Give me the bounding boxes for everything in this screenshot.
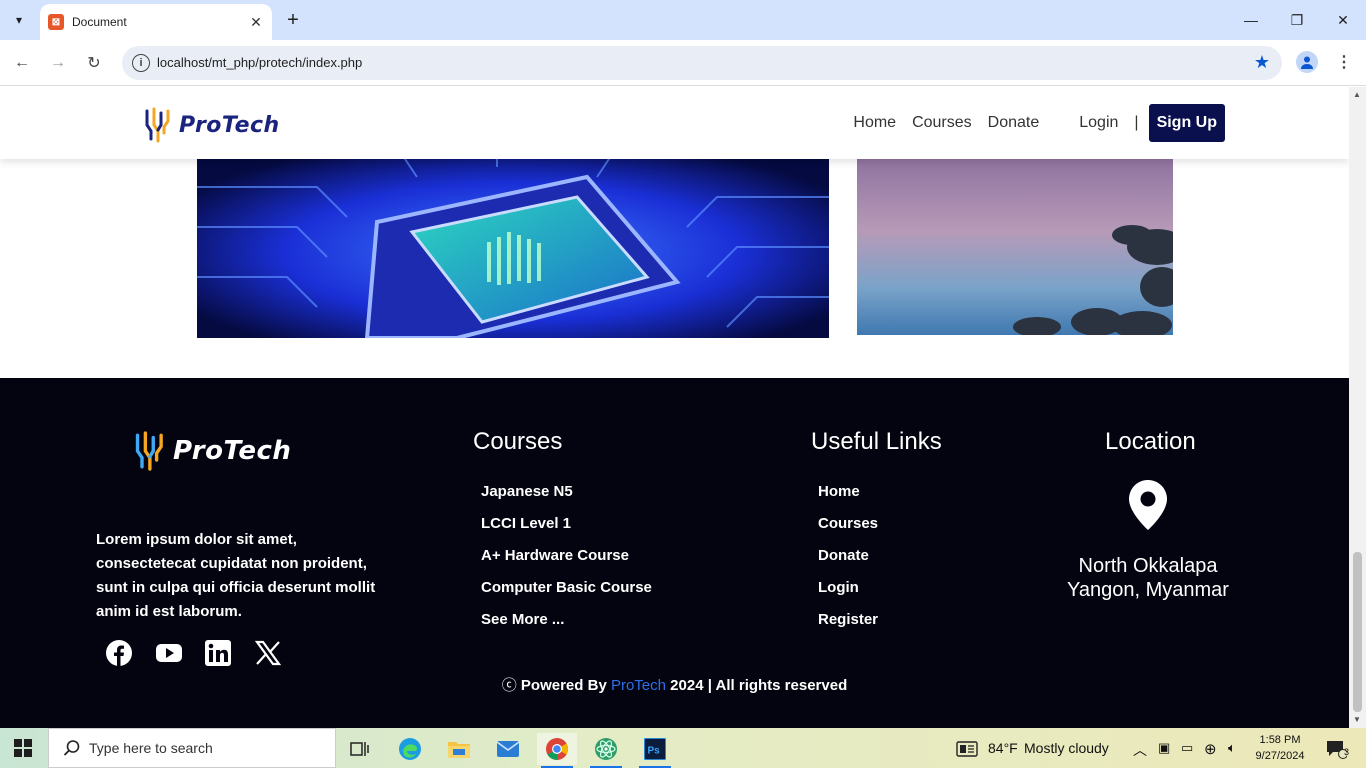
browser-tabbar: ▾ ⊠ Document ✕ + — ❐ ✕ [0, 0, 1366, 40]
scroll-up-arrow-icon[interactable]: ▲ [1353, 90, 1361, 99]
misty-sea-rocks-image [857, 147, 1173, 335]
back-arrow-icon[interactable]: ← [10, 51, 34, 75]
windows-start-icon[interactable] [14, 739, 32, 757]
xampp-favicon-icon: ⊠ [48, 14, 64, 30]
reload-icon[interactable]: ↻ [82, 51, 106, 75]
site-footer: ProTech Lorem ipsum dolor sit amet, cons… [0, 378, 1349, 728]
footer-donate-link[interactable]: Donate [818, 546, 878, 578]
file-explorer-icon[interactable] [439, 733, 479, 765]
weather-desc[interactable]: Mostly cloudy [1024, 740, 1109, 756]
profile-avatar-icon[interactable] [1296, 51, 1318, 73]
footer-links-list: Home Courses Donate Login Register [818, 482, 878, 642]
search-placeholder: Type here to search [89, 740, 213, 756]
copyright-text: ⓒ Powered By ProTech 2024 | All rights r… [0, 674, 1349, 695]
footer-location-address: North Okkalapa Yangon, Myanmar [1048, 554, 1248, 602]
clock-time: 1:58 PM [1259, 734, 1301, 746]
logo-text: ProTech [179, 112, 280, 138]
tab-list-chevron-icon[interactable]: ▾ [6, 8, 32, 32]
browser-menu-icon[interactable]: ⋮ [1336, 52, 1352, 72]
header-logo[interactable]: ProTech [143, 107, 280, 143]
page-viewport: ProTech Home Courses Donate Login | Sign… [0, 87, 1349, 728]
footer-courses-title: Courses [473, 428, 563, 455]
atom-editor-icon[interactable] [586, 733, 626, 768]
taskbar-clock[interactable]: 1:58 PM 9/27/2024 [1252, 732, 1308, 764]
main-nav: Home Courses Donate Login | Sign Up [837, 103, 1225, 143]
youtube-icon[interactable] [155, 639, 183, 667]
url-text[interactable]: localhost/mt_php/protech/index.php [157, 55, 362, 70]
battery-icon[interactable]: ▭ [1181, 740, 1193, 756]
tab-title: Document [72, 15, 127, 29]
svg-text:Ps: Ps [648, 746, 661, 757]
clock-date: 9/27/2024 [1255, 750, 1305, 762]
circuit-chip-image [197, 147, 829, 338]
search-icon [63, 740, 80, 756]
bookmark-star-icon[interactable]: ★ [1254, 52, 1270, 73]
footer-location-title: Location [1105, 428, 1196, 455]
signup-button[interactable]: Sign Up [1148, 104, 1225, 142]
edge-browser-icon[interactable] [390, 733, 430, 765]
footer-course-link[interactable]: A+ Hardware Course [481, 546, 652, 578]
location-line1: North Okkalapa [1078, 555, 1218, 577]
protech-logo-mark-icon [145, 107, 170, 143]
restore-icon[interactable]: ❐ [1274, 0, 1320, 40]
notification-center-icon[interactable]: 3 [1318, 733, 1354, 765]
meet-now-icon[interactable]: ▣ [1158, 740, 1170, 756]
new-tab-plus-icon[interactable]: + [282, 9, 304, 31]
scroll-down-arrow-icon[interactable]: ▼ [1353, 715, 1361, 724]
scrollbar-thumb[interactable] [1353, 552, 1362, 712]
nav-login-link[interactable]: Login [1079, 114, 1118, 132]
browser-tab[interactable]: ⊠ Document ✕ [40, 4, 272, 40]
nav-donate-link[interactable]: Donate [988, 114, 1040, 132]
footer-courses-list: Japanese N5 LCCI Level 1 A+ Hardware Cou… [481, 482, 652, 642]
copyright-icon: ⓒ [501, 677, 517, 694]
mail-icon[interactable] [488, 733, 528, 765]
footer-course-link[interactable]: Japanese N5 [481, 482, 652, 514]
minimize-icon[interactable]: — [1228, 0, 1274, 40]
site-info-icon[interactable]: i [132, 54, 150, 72]
footer-links-title: Useful Links [811, 428, 942, 455]
footer-logo-text: ProTech [173, 436, 292, 466]
weather-temp[interactable]: 84°F [988, 740, 1018, 756]
copyright-suffix: 2024 | All rights reserved [670, 677, 848, 694]
address-bar[interactable]: i localhost/mt_php/protech/index.php ★ [122, 46, 1282, 80]
footer-register-link[interactable]: Register [818, 610, 878, 642]
tab-close-icon[interactable]: ✕ [246, 12, 266, 32]
taskbar-search-box[interactable]: Type here to search [48, 728, 336, 768]
footer-login-link[interactable]: Login [818, 578, 878, 610]
forward-arrow-icon[interactable]: → [46, 51, 70, 75]
nav-separator: | [1134, 114, 1139, 131]
weather-news-icon[interactable] [949, 733, 985, 765]
notification-count: 3 [1344, 747, 1350, 757]
site-header: ProTech Home Courses Donate Login | Sign… [0, 87, 1349, 159]
copyright-prefix: Powered By [520, 677, 607, 694]
volume-icon[interactable]: 🔈︎ [1228, 740, 1236, 756]
location-line2: Yangon, Myanmar [1067, 579, 1229, 601]
x-icon[interactable] [254, 639, 282, 667]
copyright-brand[interactable]: ProTech [611, 677, 666, 694]
footer-home-link[interactable]: Home [818, 482, 878, 514]
footer-course-link[interactable]: Computer Basic Course [481, 578, 652, 610]
footer-courses-link[interactable]: Courses [818, 514, 878, 546]
window-close-icon[interactable]: ✕ [1320, 0, 1366, 40]
photoshop-icon[interactable]: Ps [635, 733, 675, 768]
footer-see-more-link[interactable]: See More ... [481, 610, 652, 642]
nav-courses-link[interactable]: Courses [912, 114, 972, 132]
task-view-icon[interactable] [340, 733, 380, 765]
map-pin-icon [1129, 480, 1167, 530]
footer-logo[interactable]: ProTech [133, 430, 291, 472]
network-globe-icon[interactable]: ⊕ [1204, 740, 1217, 758]
footer-course-link[interactable]: LCCI Level 1 [481, 514, 652, 546]
footer-description: Lorem ipsum dolor sit amet, consecteteca… [96, 531, 376, 620]
tray-overflow-chevron-icon[interactable]: ︿ [1133, 740, 1147, 760]
windows-taskbar: Type here to search Ps 84°F Mostly cloud… [0, 728, 1366, 768]
protech-logo-mark-icon [135, 431, 163, 471]
browser-toolbar: ← → ↻ i localhost/mt_php/protech/index.p… [0, 40, 1366, 86]
facebook-icon[interactable] [105, 639, 133, 667]
page-scrollbar[interactable]: ▲ ▼ [1349, 87, 1366, 728]
nav-home-link[interactable]: Home [853, 114, 896, 132]
linkedin-icon[interactable] [204, 639, 232, 667]
chrome-icon[interactable] [537, 733, 577, 768]
